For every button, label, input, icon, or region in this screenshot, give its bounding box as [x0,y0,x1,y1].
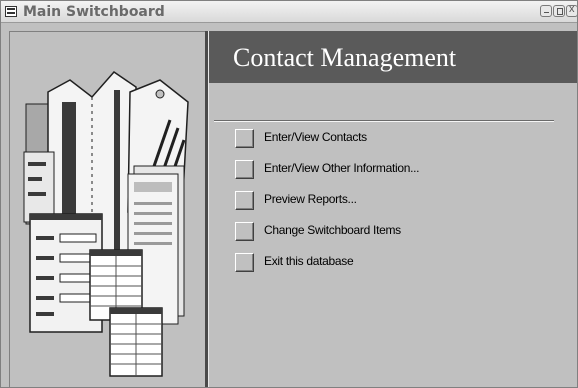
close-button[interactable]: x [566,3,577,17]
title-bar[interactable]: Main Switchboard x [1,1,577,23]
page-title: Contact Management [233,43,457,72]
close-icon: x [569,3,575,15]
minimize-button[interactable] [540,5,552,17]
enter-view-other-information-button[interactable] [235,160,254,179]
change-switchboard-items-button[interactable] [235,222,254,241]
illustration-panel [9,31,205,387]
header-banner: Contact Management [209,31,577,83]
menu-item-label: Preview Reports... [264,192,357,206]
switchboard-window: Main Switchboard x Contact Management En… [0,0,578,388]
enter-view-contacts-button[interactable] [235,129,254,148]
divider-highlight [208,31,209,387]
menu-item-label: Exit this database [264,254,354,268]
form-icon [5,6,17,17]
separator-line-highlight [214,121,554,122]
menu-item-label: Change Switchboard Items [264,223,401,237]
window-title: Main Switchboard [23,4,165,20]
maximize-button[interactable] [553,5,565,17]
menu-item-label: Enter/View Contacts [264,130,367,144]
documents-illustration-icon [23,71,189,377]
preview-reports-button[interactable] [235,191,254,210]
menu-item-label: Enter/View Other Information... [264,161,420,175]
exit-this-database-button[interactable] [235,253,254,272]
